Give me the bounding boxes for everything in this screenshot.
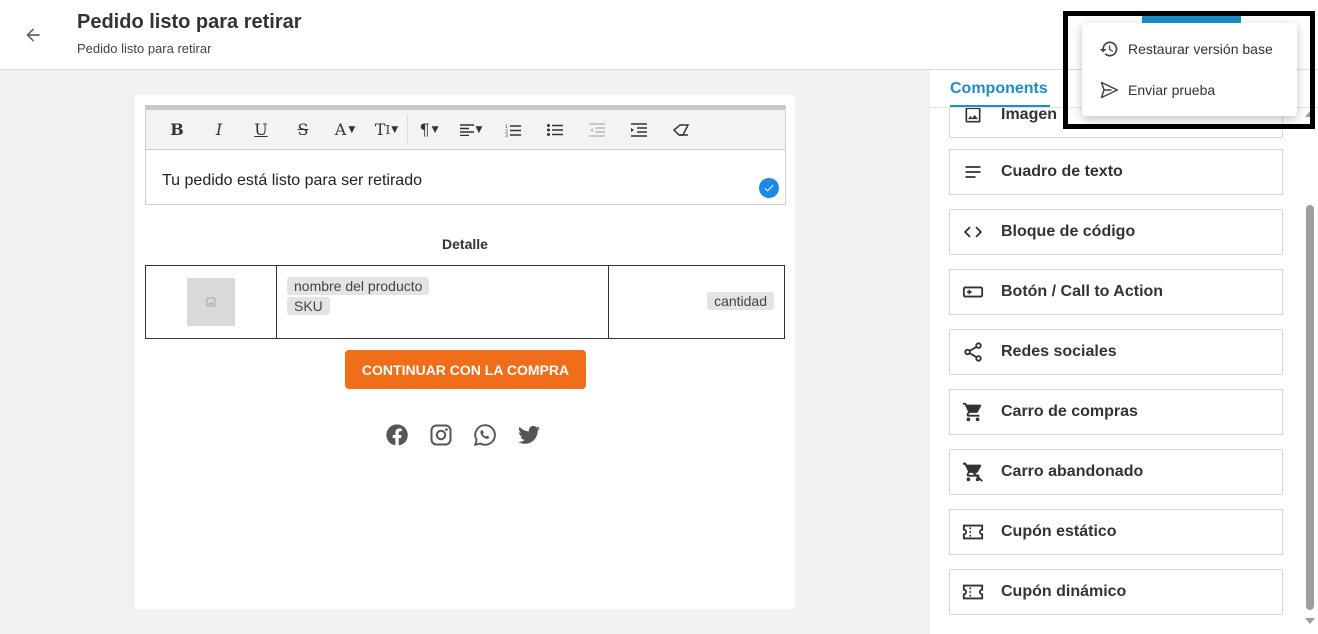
history-icon — [1099, 39, 1119, 59]
email-canvas: B I U S A ▼ T I ▼ ¶ ▼ ▼ 123 Tu pedido es… — [0, 70, 930, 634]
image-icon — [206, 297, 216, 307]
page-title: Pedido listo para retirar — [77, 11, 302, 33]
quantity-tag: cantidad — [707, 292, 774, 310]
align-button[interactable]: ▼ — [450, 115, 492, 145]
whatsapp-icon[interactable] — [473, 423, 497, 447]
ordered-list-icon: 123 — [505, 124, 521, 137]
twitter-icon[interactable] — [517, 423, 541, 447]
code-icon — [962, 221, 984, 243]
share-icon — [962, 341, 984, 363]
component-static-coupon[interactable]: Cupón estático — [949, 509, 1283, 555]
align-left-icon — [459, 123, 474, 136]
bullet-list-button[interactable] — [534, 115, 576, 145]
tab-components[interactable]: Components — [950, 80, 1048, 98]
outdent-button[interactable] — [576, 115, 618, 145]
indent-button[interactable] — [618, 115, 660, 145]
text-lines-icon — [962, 161, 984, 183]
email-preview: B I U S A ▼ T I ▼ ¶ ▼ ▼ 123 Tu pedido es… — [135, 95, 795, 609]
coupon-icon — [962, 521, 984, 543]
component-abandoned-cart[interactable]: Carro abandonado — [949, 449, 1283, 495]
editor-content[interactable]: Tu pedido está listo para ser retirado — [162, 172, 422, 190]
options-menu: Restaurar versión base Enviar prueba — [1082, 23, 1297, 116]
component-dynamic-coupon[interactable]: Cupón dinámico — [949, 569, 1283, 615]
sku-tag: SKU — [287, 297, 330, 315]
svg-text:3: 3 — [505, 133, 508, 137]
coupon-icon — [962, 581, 984, 603]
panel-scrollbar-thumb[interactable] — [1306, 205, 1314, 610]
components-panel: Components Imagen Cuadro de texto Bloque… — [930, 70, 1318, 634]
confirm-edit-button[interactable] — [759, 178, 779, 198]
instagram-icon[interactable] — [429, 423, 453, 447]
product-table: nombre del producto SKU cantidad — [145, 265, 785, 339]
image-icon — [962, 108, 984, 126]
continue-shopping-button[interactable]: CONTINUAR CON LA COMPRA — [345, 350, 586, 389]
scroll-down-arrow[interactable] — [1305, 618, 1315, 624]
button-icon — [962, 281, 984, 303]
clear-format-button[interactable] — [660, 115, 702, 145]
component-button-cta[interactable]: Botón / Call to Action — [949, 269, 1283, 315]
back-button[interactable] — [18, 20, 48, 50]
product-image-cell — [146, 266, 277, 338]
check-icon — [764, 184, 774, 192]
detail-heading: Detalle — [442, 236, 488, 252]
component-shopping-cart[interactable]: Carro de compras — [949, 389, 1283, 435]
menu-item-restore-base[interactable]: Restaurar versión base — [1082, 29, 1297, 69]
eraser-icon — [673, 123, 689, 136]
product-name-tag: nombre del producto — [287, 277, 430, 295]
component-text-box[interactable]: Cuadro de texto — [949, 149, 1283, 195]
cart-off-icon — [962, 461, 984, 483]
menu-item-send-test[interactable]: Enviar prueba — [1082, 70, 1297, 110]
rich-text-editor[interactable]: B I U S A ▼ T I ▼ ¶ ▼ ▼ 123 Tu pedido es… — [145, 105, 786, 205]
underline-button[interactable]: U — [240, 115, 282, 145]
component-code-block[interactable]: Bloque de código — [949, 209, 1283, 255]
image-placeholder — [187, 278, 235, 326]
arrow-left-icon — [26, 28, 40, 42]
bullet-list-icon — [547, 123, 563, 136]
editor-toolbar: B I U S A ▼ T I ▼ ¶ ▼ ▼ 123 — [146, 110, 785, 150]
font-size-button[interactable]: T I ▼ — [366, 114, 408, 145]
send-icon — [1099, 80, 1119, 100]
facebook-icon[interactable] — [385, 423, 409, 447]
paragraph-button[interactable]: ¶ ▼ — [408, 115, 450, 145]
strikethrough-button[interactable]: S — [282, 115, 324, 145]
product-info-cell: nombre del producto SKU — [277, 266, 609, 338]
page-subtitle: Pedido listo para retirar — [77, 41, 212, 56]
quantity-cell: cantidad — [609, 266, 784, 338]
social-icons — [385, 423, 541, 447]
cart-icon — [962, 401, 984, 423]
indent-icon — [631, 122, 647, 137]
outdent-icon — [589, 122, 605, 137]
ordered-list-button[interactable]: 123 — [492, 115, 534, 145]
italic-button[interactable]: I — [198, 115, 240, 145]
component-social-networks[interactable]: Redes sociales — [949, 329, 1283, 375]
font-color-button[interactable]: A ▼ — [324, 115, 366, 145]
component-list: Imagen Cuadro de texto Bloque de código … — [949, 108, 1283, 634]
bold-button[interactable]: B — [156, 115, 198, 145]
